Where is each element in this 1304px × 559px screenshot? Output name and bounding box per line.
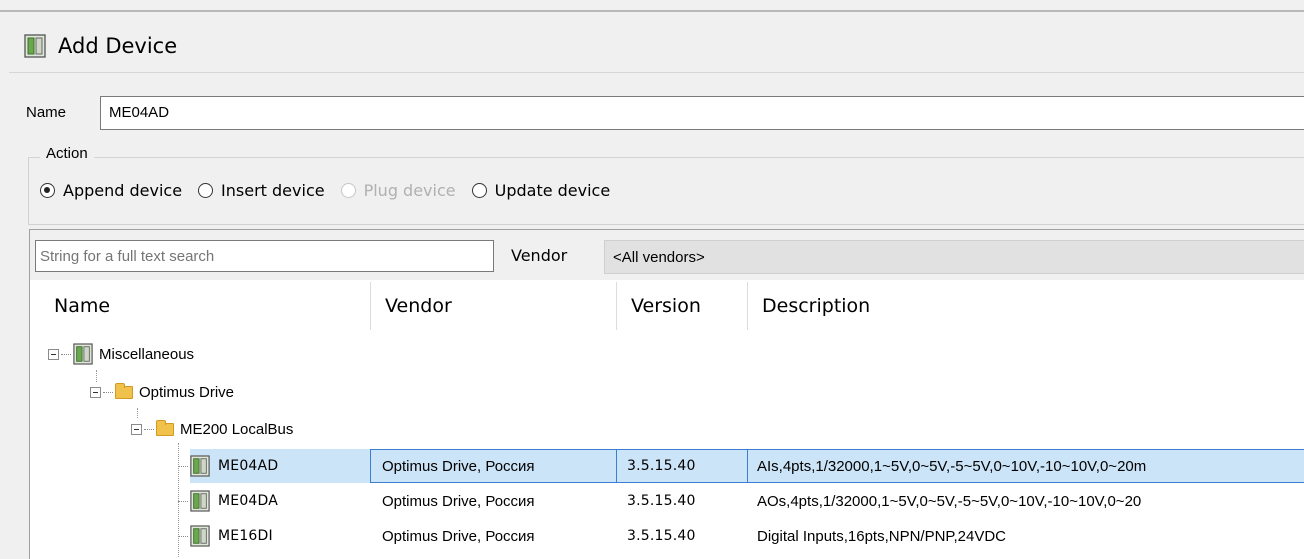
device-name-cell[interactable]: ME04AD	[178, 449, 278, 483]
device-icon	[190, 525, 210, 547]
device-description: AIs,4pts,1/32000,1~5V,0~5V,-5~5V,0~10V,-…	[757, 457, 1147, 475]
device-icon	[190, 455, 210, 477]
collapse-icon[interactable]	[90, 386, 101, 398]
radio-plug-device: Plug device	[340, 181, 456, 200]
device-name-cell[interactable]: ME16DI	[178, 519, 273, 553]
radio-button-checked[interactable]	[40, 183, 55, 198]
device-vendor: Optimus Drive, Россия	[382, 457, 535, 475]
search-input[interactable]	[35, 240, 494, 272]
column-header-description[interactable]: Description	[748, 280, 1304, 332]
tree-node-label: ME200 LocalBus	[180, 420, 294, 438]
device-vendor: Optimus Drive, Россия	[382, 492, 535, 510]
radio-button-disabled	[340, 183, 356, 198]
action-legend: Action	[40, 145, 94, 162]
device-version: 3.5.15.40	[627, 528, 696, 544]
column-header-version[interactable]: Version	[617, 280, 747, 332]
collapse-icon[interactable]	[131, 423, 142, 435]
tree-connector	[144, 428, 154, 430]
name-input[interactable]: ME04AD	[100, 96, 1304, 130]
vendor-label: Vendor	[511, 246, 568, 265]
device-vendor: Optimus Drive, Россия	[382, 527, 535, 545]
device-name-cell[interactable]: ME04DA	[178, 484, 278, 518]
tree-connector	[61, 353, 71, 355]
tree-connector	[178, 465, 188, 467]
device-name: ME16DI	[218, 528, 273, 544]
device-description: AOs,4pts,1/32000,1~5V,0~5V,-5~5V,0~10V,-…	[757, 492, 1142, 510]
tree-connector	[178, 535, 188, 537]
device-version: 3.5.15.40	[627, 458, 696, 474]
column-header-name[interactable]: Name	[40, 280, 370, 332]
action-options: Append device Insert device Plug device …	[40, 181, 626, 200]
tree-connector	[103, 391, 113, 393]
folder-icon	[156, 419, 174, 436]
device-icon	[24, 34, 46, 58]
tree-connector	[178, 500, 188, 502]
name-label: Name	[26, 104, 67, 121]
device-name: ME04AD	[218, 458, 279, 474]
vendor-dropdown[interactable]: <All vendors>	[604, 240, 1304, 274]
radio-button[interactable]	[471, 183, 487, 198]
collapse-icon[interactable]	[48, 348, 59, 360]
dialog-header: Add Device	[24, 26, 177, 66]
radio-label-insert: Insert device	[221, 181, 325, 200]
device-version: 3.5.15.40	[627, 493, 696, 509]
radio-label-update: Update device	[494, 181, 611, 200]
radio-update-device[interactable]: Update device	[471, 181, 611, 200]
tree-node-miscellaneous[interactable]: Miscellaneous	[48, 337, 194, 371]
radio-button[interactable]	[198, 183, 214, 198]
top-divider	[0, 10, 1304, 12]
tree-node-label: Optimus Drive	[139, 383, 235, 401]
tree-node-optimus-drive[interactable]: Optimus Drive	[90, 375, 234, 409]
column-header-vendor[interactable]: Vendor	[371, 280, 616, 332]
radio-label-append: Append device	[63, 181, 183, 200]
folder-icon	[115, 382, 133, 399]
device-icon	[190, 490, 210, 512]
dialog-title: Add Device	[58, 34, 178, 58]
tree-node-me200-localbus[interactable]: ME200 LocalBus	[131, 412, 293, 446]
device-description: Digital Inputs,16pts,NPN/PNP,24VDC	[757, 527, 1007, 545]
device-icon	[73, 343, 93, 365]
device-name: ME04DA	[218, 493, 279, 509]
radio-label-plug: Plug device	[363, 181, 456, 200]
tree-node-label: Miscellaneous	[99, 345, 195, 363]
radio-append-device[interactable]: Append device	[40, 181, 182, 200]
radio-insert-device[interactable]: Insert device	[198, 181, 325, 200]
